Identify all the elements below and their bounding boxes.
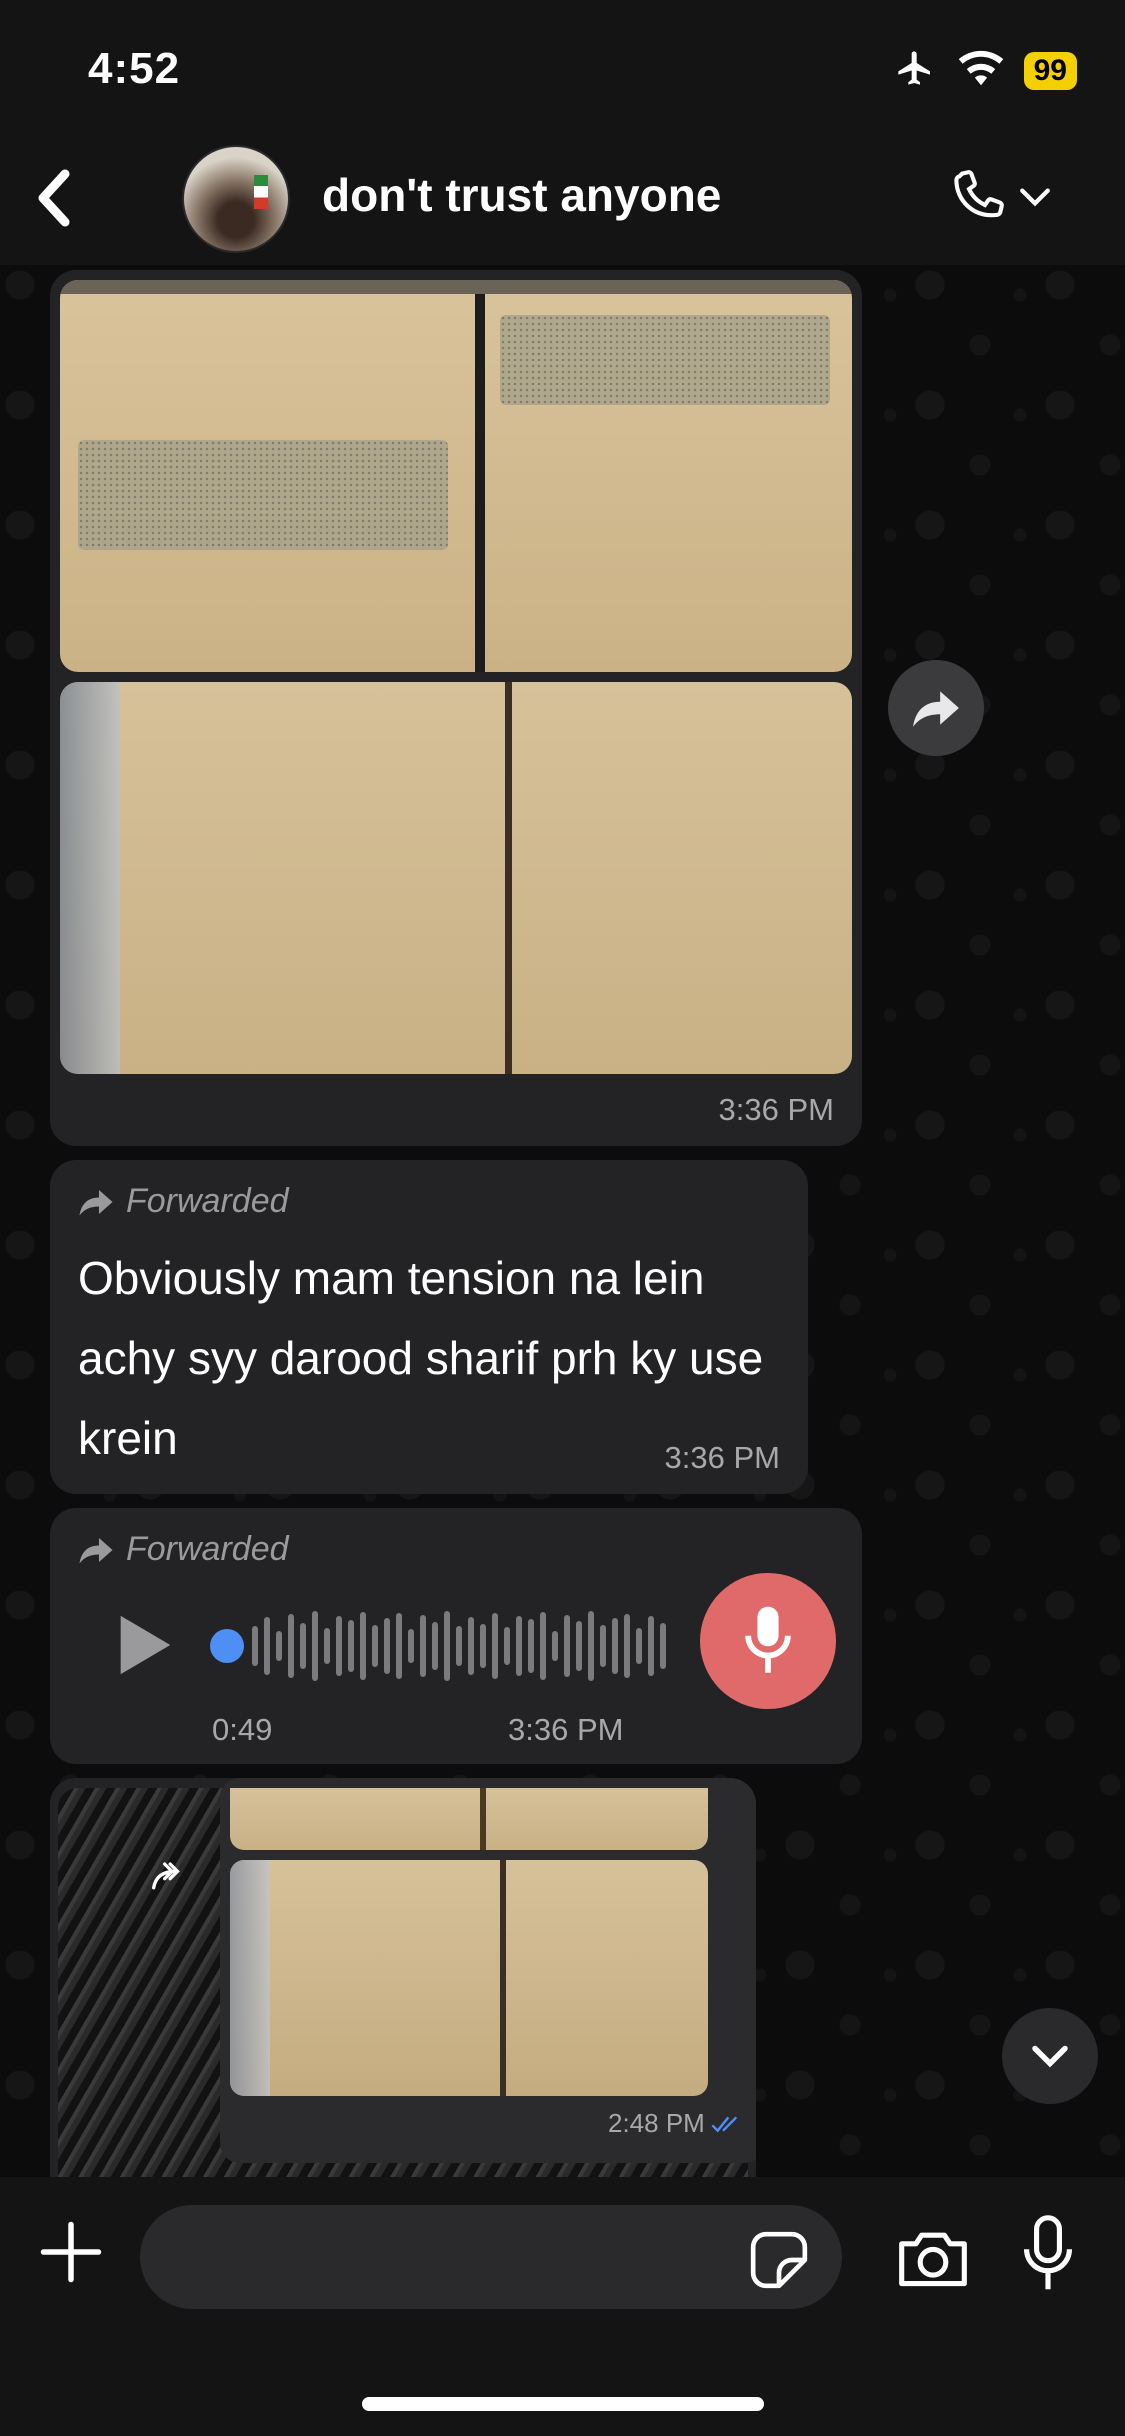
- home-indicator[interactable]: [362, 2397, 764, 2411]
- camera-icon: [899, 2232, 967, 2287]
- inner-time-text: 2:48 PM: [608, 2108, 705, 2138]
- battery-icon: 99: [1023, 51, 1077, 90]
- airplane-icon: [892, 48, 938, 93]
- forwarded-icon: [79, 1189, 113, 1215]
- inner-photo-top: [230, 1788, 708, 1850]
- waveform-bar: [420, 1615, 426, 1677]
- avatar[interactable]: [182, 145, 290, 253]
- waveform-bar: [372, 1625, 378, 1667]
- playback-scrubber[interactable]: [210, 1629, 244, 1663]
- plus-icon: [40, 2221, 102, 2283]
- camera-button[interactable]: [896, 2225, 970, 2291]
- waveform-bar: [396, 1613, 402, 1679]
- text-message[interactable]: Forwarded Obviously mam tension na lein …: [50, 1160, 808, 1494]
- waveform-bar: [288, 1614, 294, 1678]
- waveform-bar: [480, 1624, 486, 1668]
- phone-icon: [954, 170, 1004, 218]
- waveform-bar: [312, 1611, 318, 1681]
- waveform-bar: [264, 1617, 270, 1675]
- forwarded-screenshot-message[interactable]: 2:48 PM: [50, 1778, 756, 2198]
- inner-message-time: 2:48 PM: [608, 2108, 743, 2139]
- waveform-bar: [588, 1611, 594, 1681]
- call-button[interactable]: [944, 164, 1052, 230]
- voice-sender-mic: [700, 1573, 836, 1709]
- status-time: 4:52: [88, 44, 181, 93]
- waveform-bar: [612, 1618, 618, 1674]
- waveform-bar: [564, 1615, 570, 1677]
- waveform-bar: [300, 1623, 306, 1669]
- waveform-bar: [540, 1612, 546, 1680]
- waveform-bar: [276, 1631, 282, 1661]
- voice-waveform[interactable]: [210, 1608, 690, 1684]
- waveform-bar: [348, 1620, 354, 1672]
- double-check-icon: [711, 2115, 738, 2132]
- photo-album-message[interactable]: 3:36 PM: [50, 270, 862, 1146]
- microphone-icon: [1024, 2215, 1072, 2290]
- chat-title[interactable]: don't trust anyone: [322, 168, 721, 222]
- chevron-down-icon: [1020, 188, 1050, 207]
- waveform-bar: [624, 1614, 630, 1678]
- status-icons: 99: [892, 48, 1077, 93]
- forward-button[interactable]: [888, 660, 984, 756]
- scroll-to-bottom-button[interactable]: [1002, 2008, 1098, 2104]
- attach-button[interactable]: [38, 2219, 104, 2285]
- waveform-bar: [504, 1627, 510, 1665]
- waveform-bar: [576, 1621, 582, 1671]
- waveform-bar: [360, 1612, 366, 1680]
- wifi-icon: [958, 50, 1004, 91]
- waveform-bar: [516, 1616, 522, 1676]
- message-time: 3:36 PM: [664, 1440, 780, 1475]
- sticker-icon: [750, 2231, 808, 2289]
- back-icon: [38, 169, 70, 227]
- waveform-bar: [252, 1626, 258, 1666]
- photo-envelopes-top[interactable]: [60, 280, 852, 672]
- message-input-bar: [0, 2177, 1125, 2436]
- waveform-bar: [528, 1619, 534, 1673]
- forwarded-icon: [79, 1537, 113, 1563]
- waveform-bar: [468, 1617, 474, 1675]
- photo-window-right: [500, 315, 830, 405]
- play-button[interactable]: [114, 1610, 174, 1680]
- waveform-bar: [456, 1626, 462, 1666]
- play-icon: [120, 1615, 171, 1675]
- photo-edge: [60, 682, 120, 1074]
- voice-message[interactable]: Forwarded 0:49 3:36 PM: [50, 1508, 862, 1764]
- chevron-down-icon: [1032, 2045, 1068, 2068]
- voice-record-button[interactable]: [1018, 2215, 1084, 2295]
- microphone-icon: [745, 1606, 791, 1673]
- forwarded-text: Forwarded: [126, 1182, 289, 1220]
- flag-decoration: [254, 175, 268, 209]
- status-bar: 4:52 99: [0, 0, 1125, 140]
- chat-header: don't trust anyone: [0, 140, 1125, 265]
- inner-photo: [230, 1860, 708, 2096]
- message-time: 3:36 PM: [718, 1092, 834, 1127]
- forward-arrows-icon: [150, 1858, 194, 1897]
- waveform-bar: [432, 1622, 438, 1670]
- forwarded-text: Forwarded: [126, 1530, 289, 1568]
- photo-edge: [230, 1860, 270, 2096]
- waveform-bar: [552, 1631, 558, 1661]
- waveform-bar: [324, 1628, 330, 1664]
- message-input[interactable]: [140, 2205, 842, 2309]
- back-button[interactable]: [20, 158, 90, 238]
- message-time: 3:36 PM: [508, 1712, 624, 1747]
- waveform-bar: [648, 1616, 654, 1676]
- photo-envelopes-bottom[interactable]: [60, 682, 852, 1074]
- sticker-button[interactable]: [748, 2229, 810, 2291]
- waveform-bar: [336, 1616, 342, 1676]
- waveform-bar: [660, 1623, 666, 1669]
- forwarded-label: Forwarded: [78, 1530, 289, 1569]
- inner-message-card: 2:48 PM: [220, 1778, 756, 2163]
- waveform-bar: [600, 1625, 606, 1667]
- photo-window-left: [78, 440, 448, 550]
- photo-edge: [60, 280, 852, 294]
- forwarded-label: Forwarded: [78, 1182, 289, 1221]
- forward-icon: [913, 691, 959, 727]
- waveform-bar: [408, 1629, 414, 1663]
- waveform-bar: [384, 1618, 390, 1674]
- waveform-bar: [492, 1613, 498, 1679]
- waveform-bar: [444, 1611, 450, 1681]
- voice-duration: 0:49: [212, 1712, 273, 1747]
- waveform-bar: [636, 1628, 642, 1664]
